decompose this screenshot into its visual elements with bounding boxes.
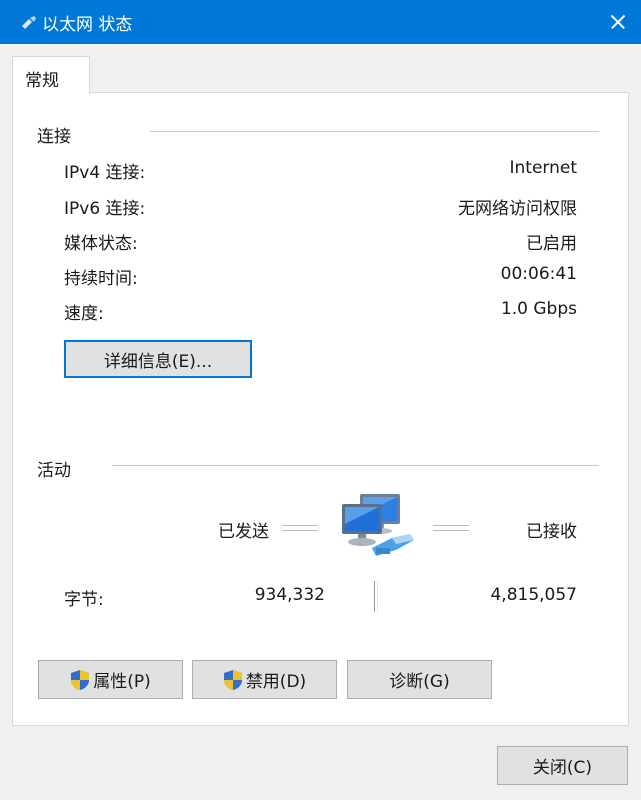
received-label: 已接收 [526,522,577,542]
disable-label: 禁用(D) [245,672,307,692]
connection-divider [150,131,599,132]
bytes-sent-value: 934,332 [254,585,325,605]
bytes-label: 字节: [64,590,104,610]
ipv4-label: IPv4 连接: [64,163,146,183]
activity-heading: 活动 [37,461,71,481]
diagnose-button[interactable]: 诊断(G) [347,660,492,699]
details-button[interactable]: 详细信息(E)... [64,340,252,378]
media-state-label: 媒体状态: [64,234,138,254]
tab-panel [12,92,629,726]
duration-label: 持续时间: [64,269,138,289]
tab-label: 常规 [25,71,59,91]
sent-line [282,525,318,531]
uac-shield-icon [71,669,90,690]
title-bar: 以太网 状态 [0,0,641,44]
network-computers-icon [342,494,414,556]
sent-label: 已发送 [218,522,269,542]
duration-value: 00:06:41 [500,264,577,284]
tab-general[interactable]: 常规 [12,56,90,94]
disable-button[interactable]: 禁用(D) [192,660,337,699]
window-title: 以太网 状态 [42,15,133,35]
ethernet-icon [22,16,36,29]
connection-heading: 连接 [37,127,71,147]
speed-value: 1.0 Gbps [500,299,577,319]
close-button[interactable]: 关闭(C) [497,746,628,785]
ipv4-value: Internet [509,158,577,178]
bytes-received-value: 4,815,057 [490,585,577,605]
ipv6-label: IPv6 连接: [64,199,146,219]
close-icon[interactable] [595,0,641,44]
ipv6-value: 无网络访问权限 [458,199,577,219]
bytes-separator [374,581,378,612]
media-state-value: 已启用 [526,234,577,254]
uac-shield-icon [223,669,242,690]
properties-button[interactable]: 属性(P) [38,660,183,699]
activity-divider [112,465,599,466]
properties-label: 属性(P) [93,672,151,692]
received-line [433,525,469,531]
speed-label: 速度: [64,304,104,324]
